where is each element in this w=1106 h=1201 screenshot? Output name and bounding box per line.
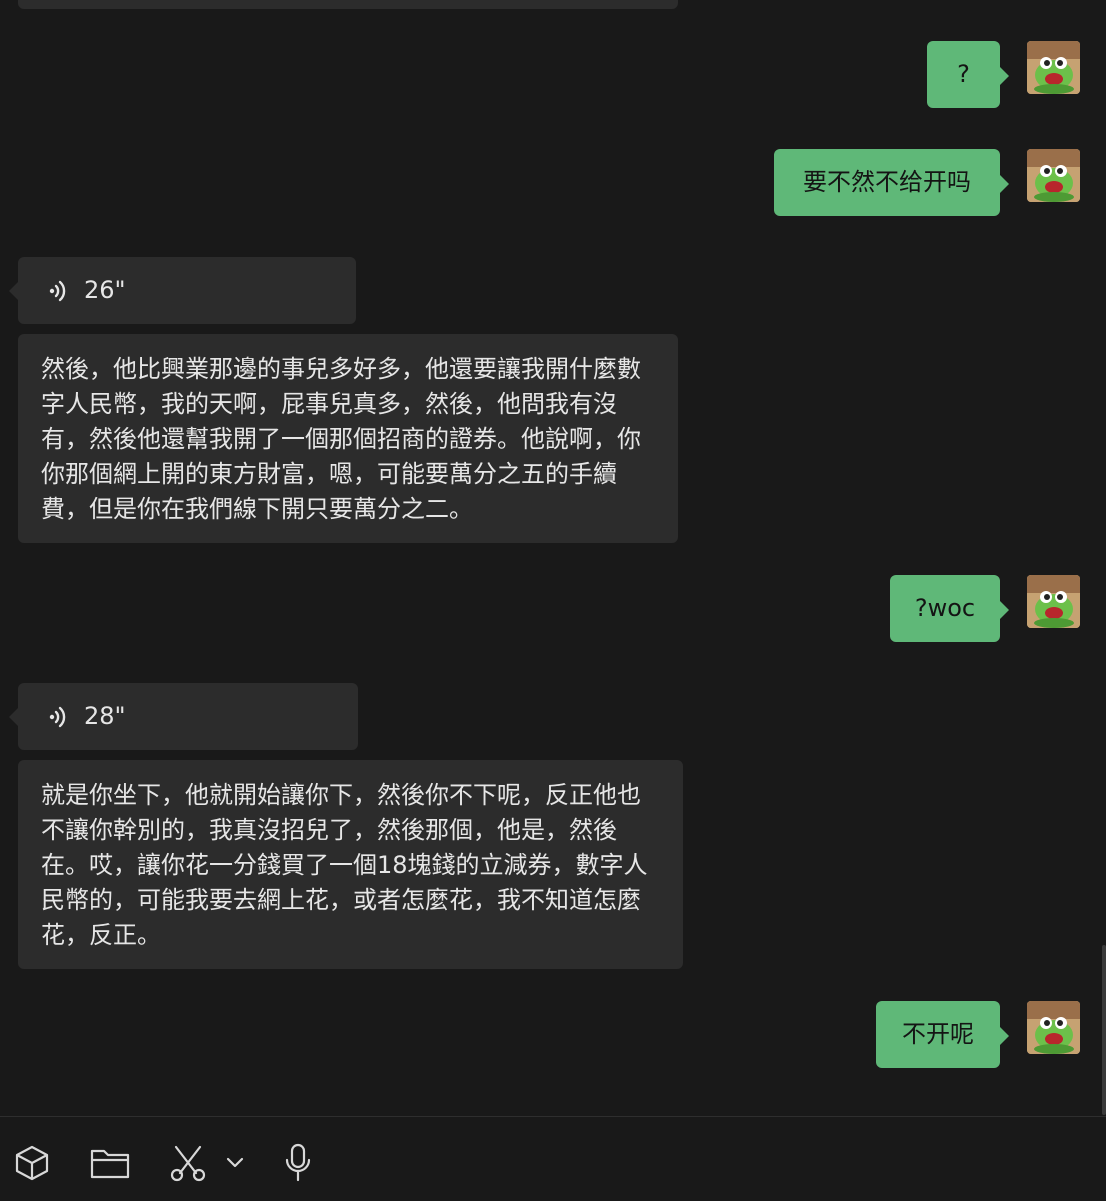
message-text: 要不然不给开吗 <box>803 168 971 196</box>
voice-input-button[interactable] <box>278 1143 318 1183</box>
outgoing-message-bubble[interactable]: ?woc <box>890 575 1009 642</box>
microphone-icon <box>285 1143 311 1182</box>
voice-wave-icon <box>49 706 66 727</box>
voice-transcript-bubble[interactable]: 然後，他比興業那邊的事兒多好多，他還要讓我開什麼數字人民幣，我的天啊，屁事兒真多… <box>18 334 678 543</box>
chat-message-area[interactable]: ? 要不然不给开吗 26" 然後，他比興業那邊的事兒多好多，他還要讓我開什麼數字… <box>0 0 1106 1116</box>
voice-wave-icon <box>49 280 66 301</box>
sticker-button[interactable] <box>12 1143 52 1183</box>
scrollbar-thumb[interactable] <box>1102 945 1106 1115</box>
avatar-image <box>1027 575 1080 628</box>
voice-message-bubble[interactable]: 26" <box>9 257 356 324</box>
input-toolbar <box>0 1116 1106 1201</box>
avatar[interactable] <box>1027 149 1080 202</box>
avatar-image <box>1027 149 1080 202</box>
screenshot-options-dropdown[interactable] <box>220 1143 250 1183</box>
previous-message-bubble <box>18 0 678 9</box>
message-text: ? <box>957 60 970 88</box>
message-text: 不开呢 <box>902 1020 974 1048</box>
outgoing-message-bubble[interactable]: 要不然不给开吗 <box>774 149 1009 216</box>
transcript-text: 然後，他比興業那邊的事兒多好多，他還要讓我開什麼數字人民幣，我的天啊，屁事兒真多… <box>41 355 641 523</box>
file-button[interactable] <box>88 1143 132 1183</box>
avatar-image <box>1027 41 1080 94</box>
avatar-image <box>1027 1001 1080 1054</box>
avatar[interactable] <box>1027 575 1080 628</box>
outgoing-message-bubble[interactable]: ? <box>927 41 1009 108</box>
transcript-text: 就是你坐下，他就開始讓你下，然後你不下呢，反正他也不讓你幹別的，我真沒招兒了，然… <box>41 781 648 949</box>
avatar[interactable] <box>1027 41 1080 94</box>
chevron-down-icon <box>226 1157 244 1168</box>
voice-message-bubble[interactable]: 28" <box>9 683 358 750</box>
screenshot-button[interactable] <box>168 1143 208 1183</box>
outgoing-message-bubble[interactable]: 不开呢 <box>876 1001 1009 1068</box>
message-text: ?woc <box>914 594 976 622</box>
voice-duration: 28" <box>84 702 126 730</box>
avatar[interactable] <box>1027 1001 1080 1054</box>
cube-icon <box>15 1145 49 1181</box>
voice-duration: 26" <box>84 276 126 304</box>
voice-transcript-bubble[interactable]: 就是你坐下，他就開始讓你下，然後你不下呢，反正他也不讓你幹別的，我真沒招兒了，然… <box>18 760 683 969</box>
folder-icon <box>90 1149 130 1179</box>
scissors-icon <box>170 1145 206 1182</box>
